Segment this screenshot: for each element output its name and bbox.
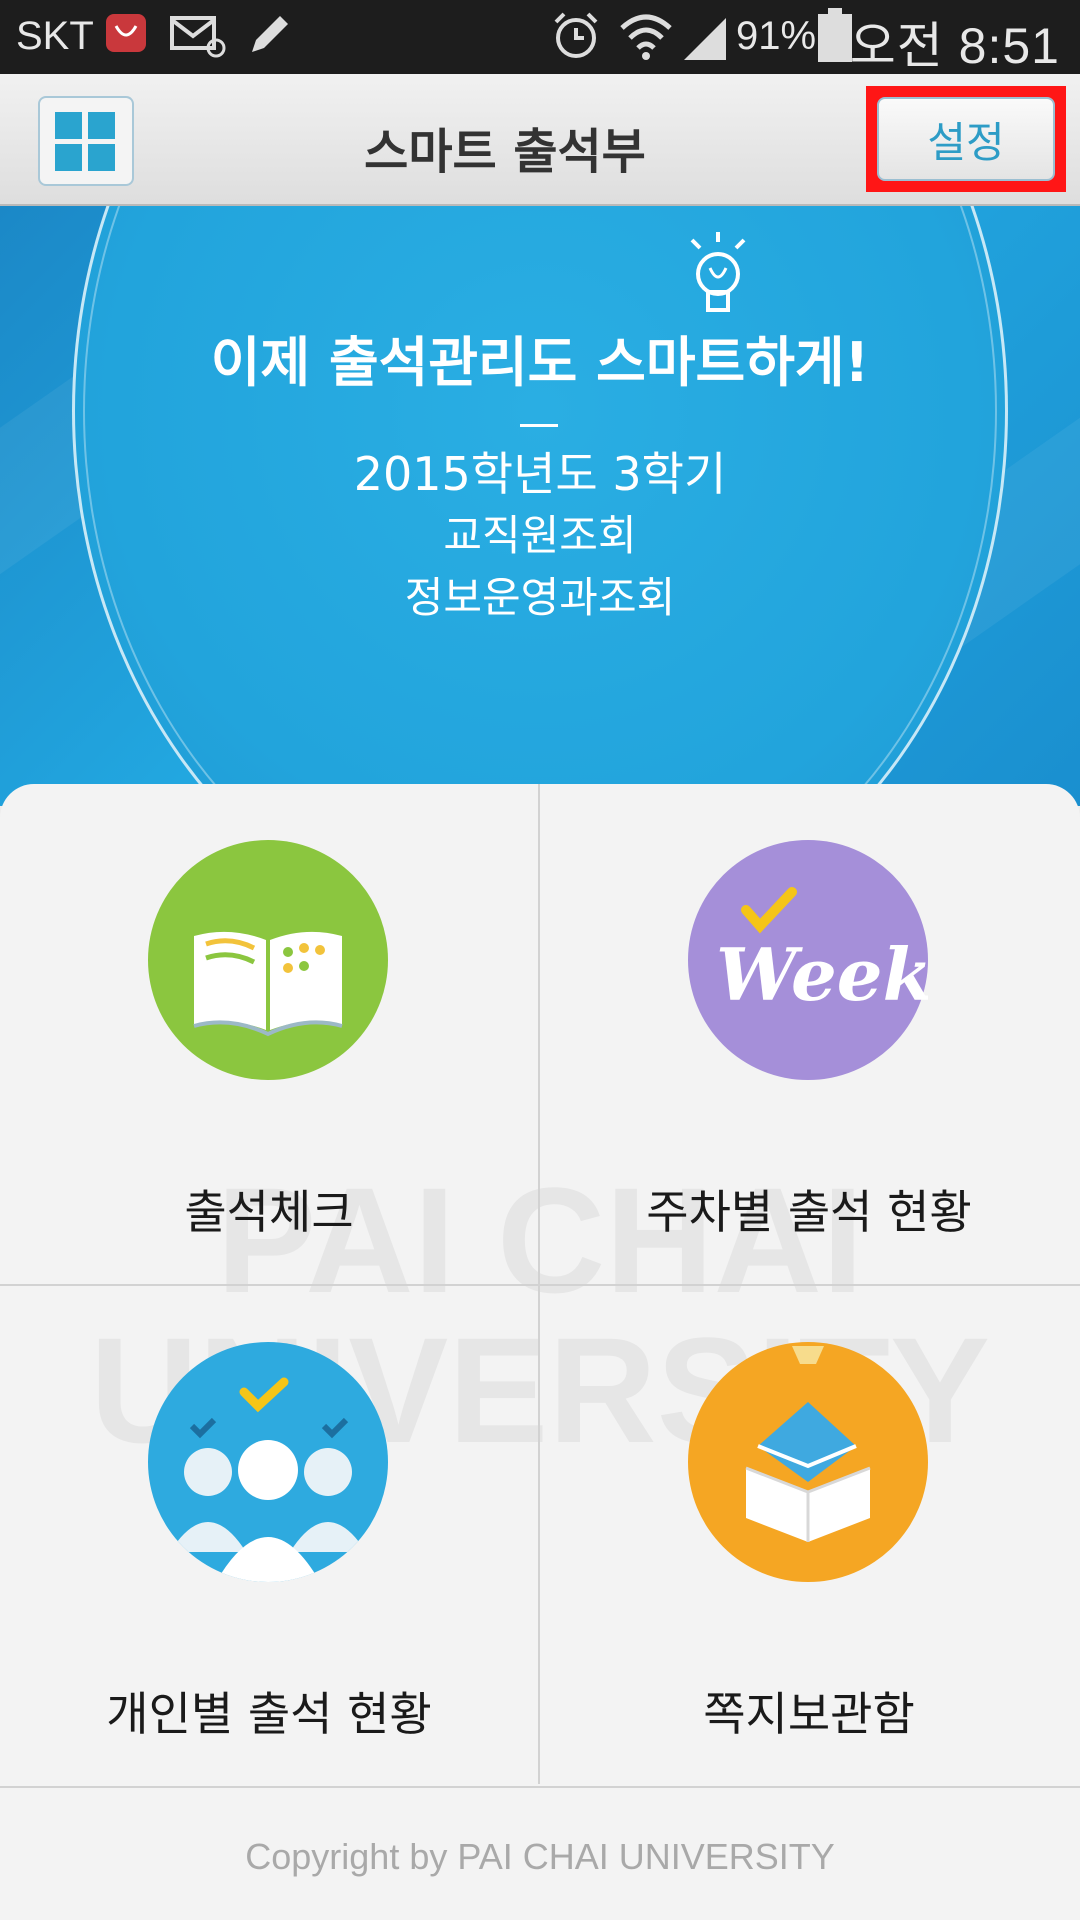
open-book-icon [148, 840, 388, 1080]
mail-icon [170, 14, 226, 62]
app-bar: 스마트 출석부 설정 [0, 74, 1080, 206]
status-bar: SKT 91% 오전 8:51 [0, 0, 1080, 74]
page-title: 스마트 출석부 [364, 124, 646, 180]
copyright-text: Copyright by PAI CHAI UNIVERSITY [245, 1836, 835, 1877]
banner-term: 2015학년도 3학기 [353, 447, 727, 501]
menu-item-attendance-check[interactable]: 출석체크 [0, 784, 538, 1284]
menu-item-weekly-attendance[interactable]: Week 주차별 출석 현황 [540, 784, 1078, 1284]
notification-app-icon [104, 10, 148, 60]
signal-icon [680, 10, 730, 68]
message-box-icon [688, 1342, 928, 1582]
pencil-icon [246, 10, 294, 62]
settings-button[interactable]: 설정 [877, 97, 1055, 181]
hero-banner: 이제 출석관리도 스마트하게! 2015학년도 3학기 교직원조회 정보운영과조… [0, 206, 1080, 806]
menu-item-message-box[interactable]: 쪽지보관함 [540, 1286, 1078, 1786]
divider [520, 424, 558, 427]
lightbulb-icon [680, 230, 756, 324]
wifi-icon [618, 10, 674, 66]
banner-line-2: 교직원조회 [443, 511, 637, 560]
menu-item-individual-attendance[interactable]: 개인별 출석 현황 [0, 1286, 538, 1786]
clock: 오전 8:51 [849, 18, 1060, 74]
menu-item-label: 쪽지보관함 [703, 1687, 915, 1741]
menu-item-label: 개인별 출석 현황 [106, 1687, 432, 1741]
banner-headline: 이제 출석관리도 스마트하게! [210, 331, 870, 394]
menu-item-label: 주차별 출석 현황 [646, 1185, 972, 1239]
people-check-icon [148, 1342, 388, 1582]
menu-panel: PAI CHAI UNIVERSITY 출석체크 Week 주차별 출석 현황 … [0, 784, 1080, 1920]
battery-percentage: 91% [736, 14, 817, 58]
carrier-label: SKT [16, 14, 94, 58]
svg-text:Week: Week [716, 932, 928, 1017]
menu-item-label: 출석체크 [184, 1185, 354, 1239]
alarm-icon [550, 10, 602, 66]
settings-highlight: 설정 [866, 86, 1066, 192]
week-check-icon: Week [688, 840, 933, 1080]
banner-line-3: 정보운영과조회 [404, 573, 676, 622]
battery-icon [816, 8, 854, 68]
